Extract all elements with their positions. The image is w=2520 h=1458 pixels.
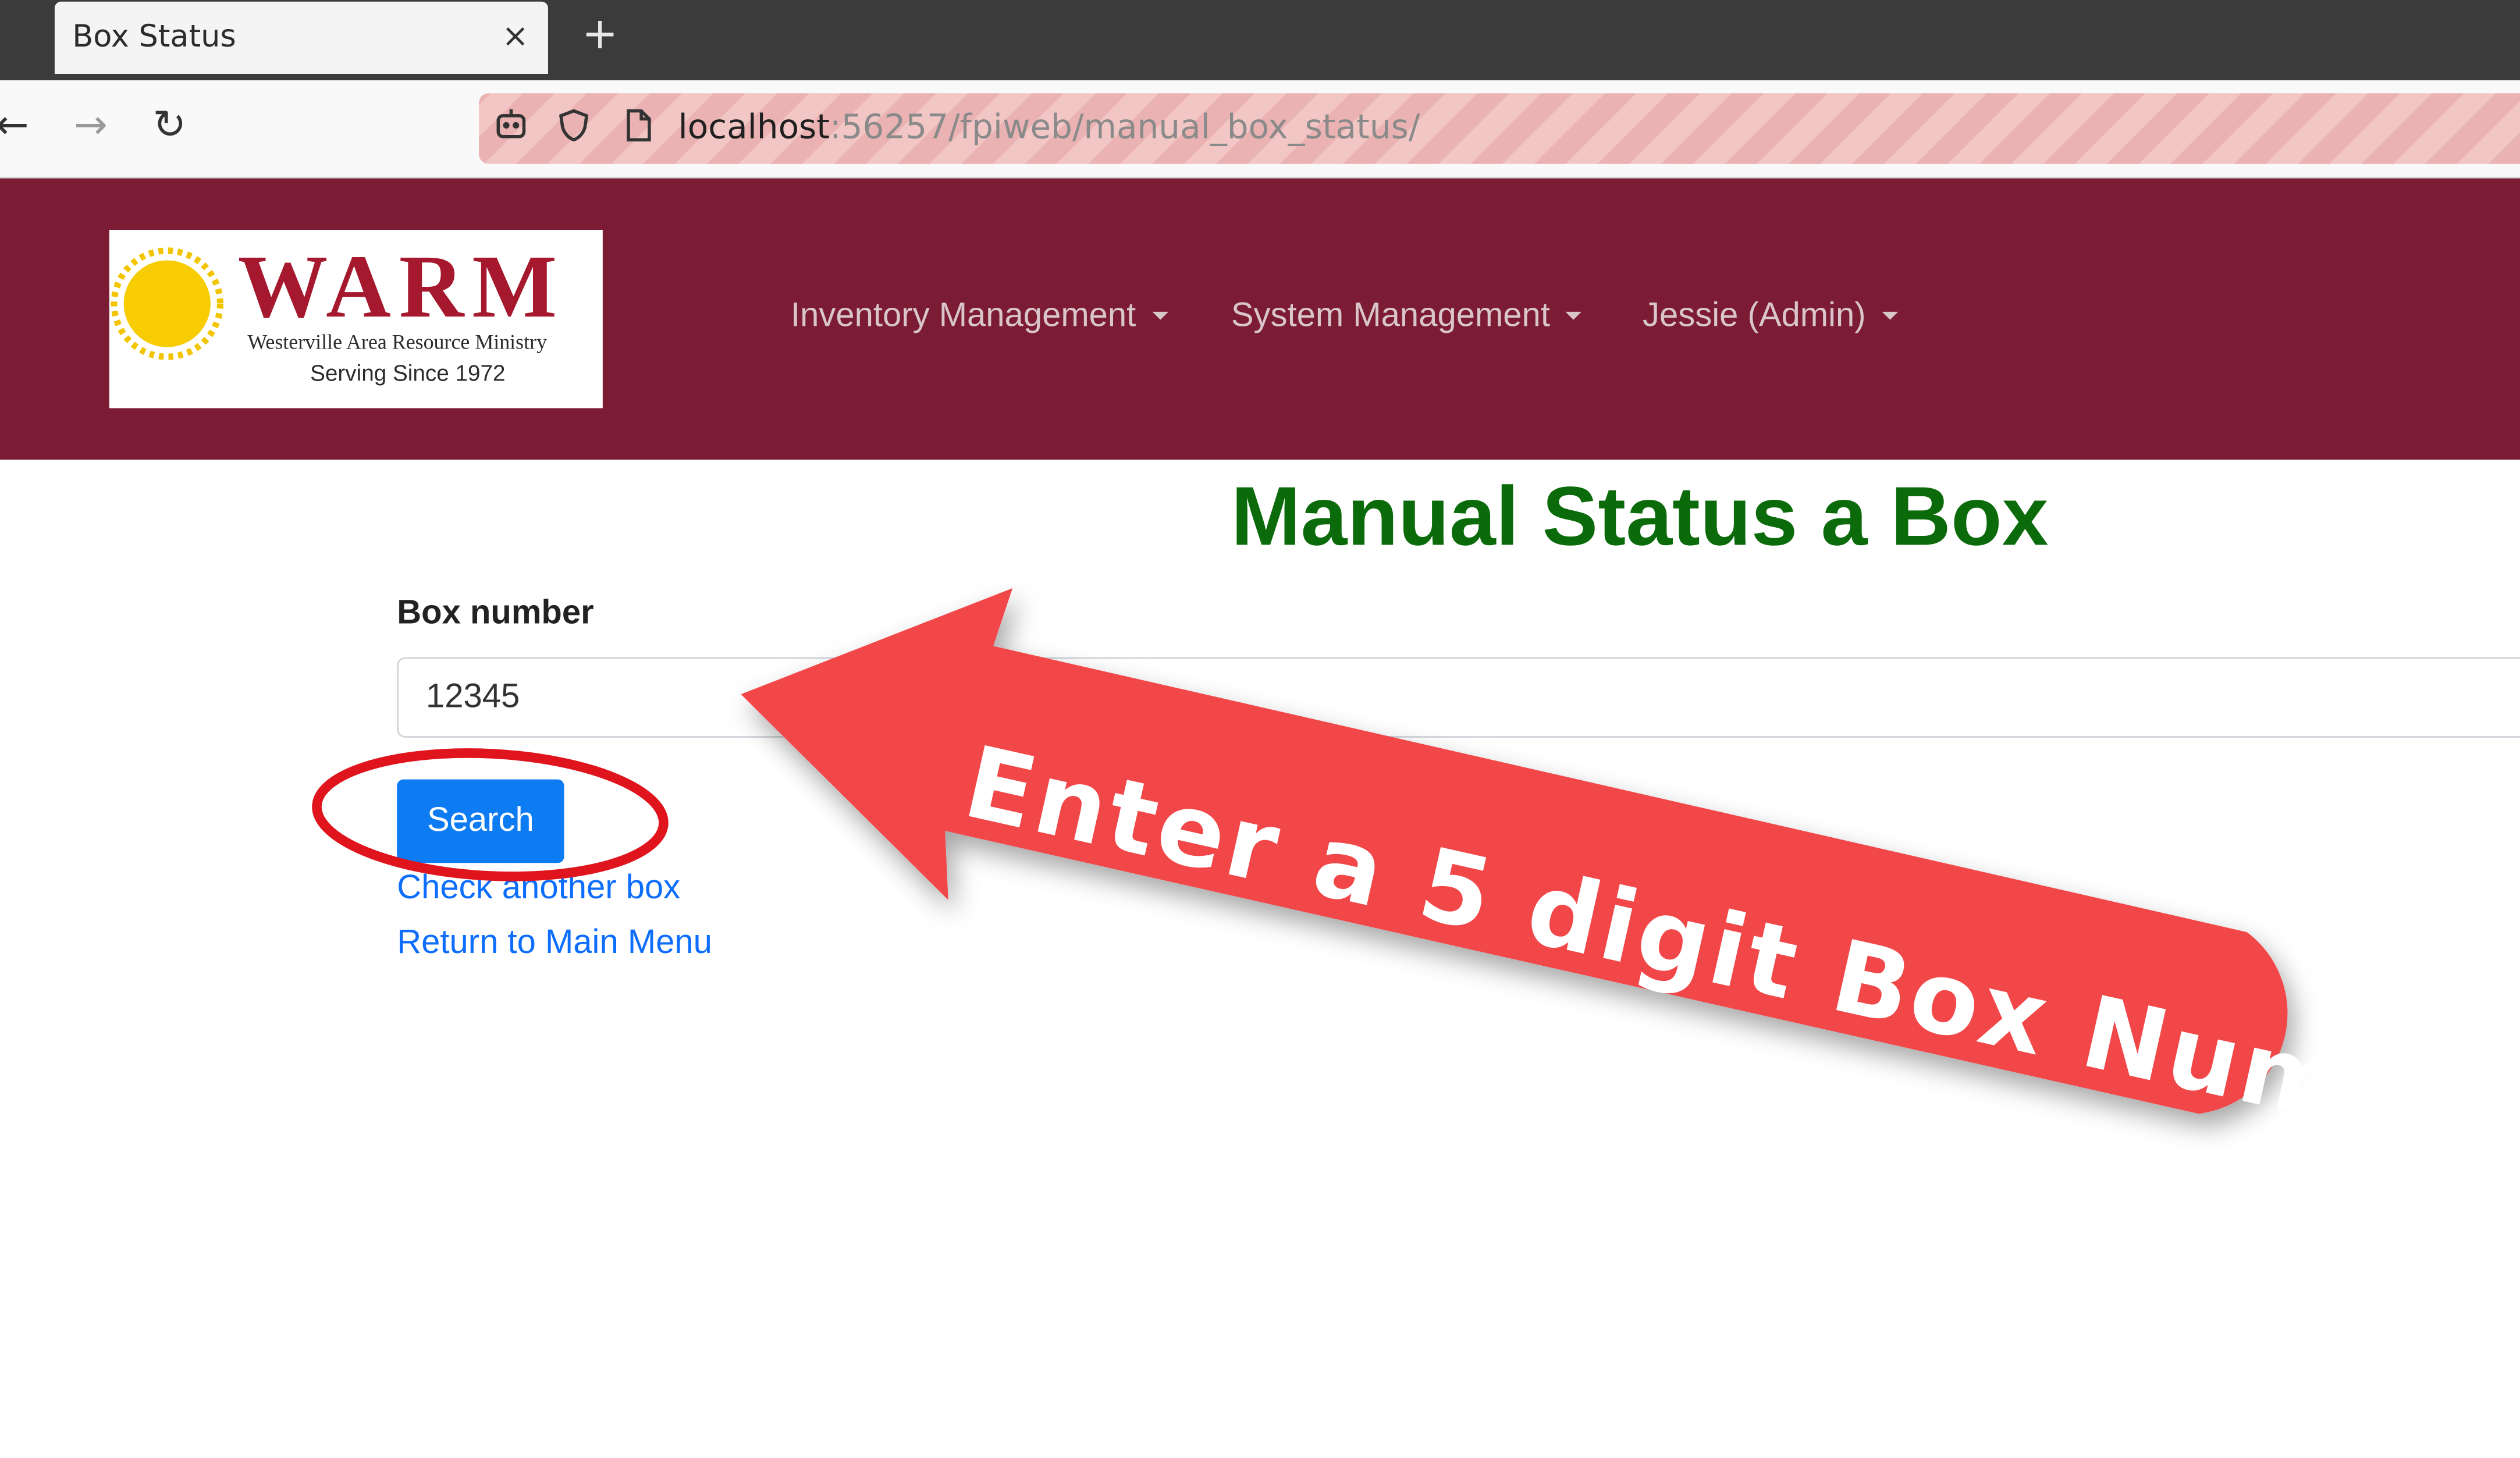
- browser-tab-strip: Box Status × +: [0, 0, 2520, 81]
- browser-tab[interactable]: Box Status ×: [54, 1, 548, 74]
- menu-system-management[interactable]: System Management: [1231, 297, 1583, 336]
- chevron-down-icon: [1151, 311, 1168, 320]
- page-info-icon[interactable]: [620, 108, 656, 143]
- url-text: localhost:56257/fpiweb/manual_box_status…: [678, 108, 1420, 146]
- tab-close-icon[interactable]: ×: [502, 16, 528, 55]
- menu-label: System Management: [1231, 297, 1550, 335]
- chevron-down-icon: [1566, 311, 1583, 320]
- box-number-input[interactable]: [397, 657, 2520, 738]
- url-host: localhost: [678, 108, 830, 147]
- screenshot-frame: Box Status × + ← → ↻: [0, 0, 2520, 1456]
- address-bar[interactable]: localhost:56257/fpiweb/manual_box_status…: [479, 93, 2520, 164]
- logo-tagline: Westerville Area Resource Ministry: [247, 329, 548, 354]
- remote-control-robot-icon: [493, 108, 529, 143]
- forward-arrow-icon[interactable]: →: [74, 101, 108, 150]
- check-another-box-link[interactable]: Check another box: [397, 869, 680, 908]
- annotation-text: Enter a 5 digit Box Number: [954, 723, 2520, 1189]
- menu-inventory-management[interactable]: Inventory Management: [791, 297, 1168, 336]
- page-title: Manual Status a Box: [1231, 471, 2049, 564]
- browser-navbar: ← → ↻ lo: [0, 80, 2520, 179]
- logo-since: Serving Since 1972: [310, 360, 506, 386]
- url-path: :56257/fpiweb/manual_box_status/: [830, 108, 1420, 147]
- chevron-down-icon: [1882, 311, 1898, 320]
- box-number-label: Box number: [397, 595, 594, 632]
- sun-icon: [111, 247, 223, 360]
- shield-icon[interactable]: [556, 108, 592, 143]
- menu-user-account[interactable]: Jessie (Admin): [1643, 297, 1898, 336]
- back-arrow-icon[interactable]: ←: [0, 101, 29, 150]
- menu-label: Jessie (Admin): [1642, 297, 1866, 335]
- site-header: WARM Westerville Area Resource Ministry …: [0, 178, 2520, 460]
- warm-logo[interactable]: WARM Westerville Area Resource Ministry …: [109, 229, 603, 408]
- reload-icon[interactable]: ↻: [152, 101, 186, 150]
- logo-wordmark: WARM: [237, 237, 565, 338]
- search-button[interactable]: Search: [397, 779, 564, 863]
- return-main-menu-link[interactable]: Return to Main Menu: [397, 924, 712, 962]
- menu-label: Inventory Management: [791, 297, 1136, 335]
- new-tab-icon[interactable]: +: [582, 10, 618, 60]
- tab-title: Box Status: [72, 19, 236, 55]
